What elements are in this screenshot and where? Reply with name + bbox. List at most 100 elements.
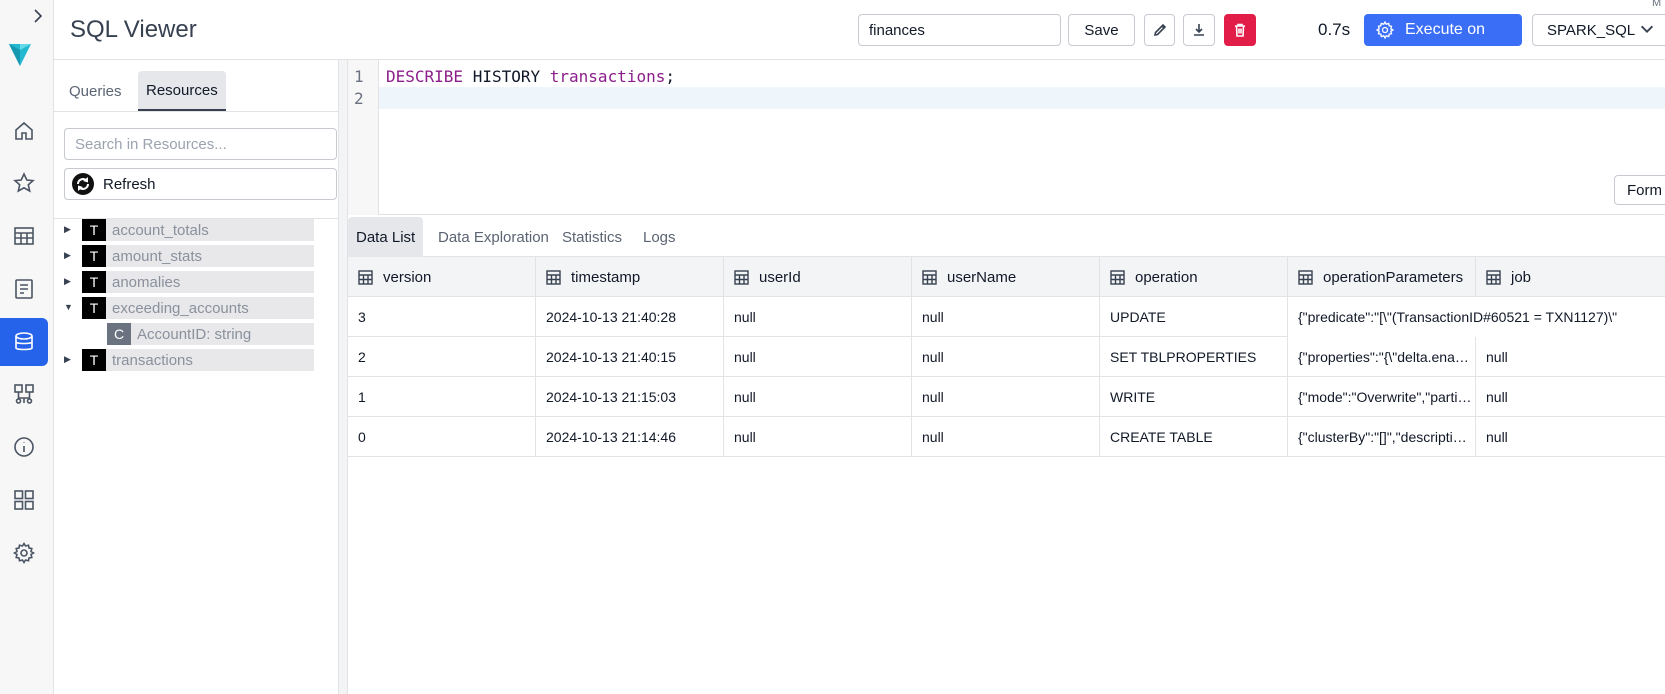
tree-item-label: amount_stats: [106, 245, 314, 267]
caret-right-icon[interactable]: ▶: [64, 276, 74, 286]
tree-item-label: exceeding_accounts: [106, 297, 314, 319]
grid-icon[interactable]: [0, 476, 48, 524]
download-button[interactable]: [1183, 14, 1215, 46]
cell-operation: UPDATE: [1100, 297, 1288, 337]
column-table-icon: [734, 269, 749, 285]
refresh-button[interactable]: Refresh: [64, 168, 337, 200]
cell-text: {"clusterBy":"[]","description":null}: [1298, 429, 1473, 445]
tree-item-label: anomalies: [106, 271, 314, 293]
cell-operation-parameters: {"mode":"Overwrite","partitionBy":"[]"}: [1288, 377, 1476, 417]
tree-item-anomalies[interactable]: ▶ T anomalies: [54, 271, 339, 293]
table-row[interactable]: 0 2024-10-13 21:14:46 null null CREATE T…: [348, 417, 1665, 457]
table-row[interactable]: 2 2024-10-13 21:40:15 null null SET TBLP…: [348, 337, 1665, 377]
line-number: 2: [354, 89, 364, 108]
resource-tree: ▶ T account_totals ▶ T amount_stats ▶ T …: [54, 218, 339, 371]
refresh-icon: [72, 173, 94, 195]
sql-identifier: transactions: [549, 67, 666, 86]
expand-sidebar-icon[interactable]: [28, 6, 48, 26]
nav-rail: [0, 0, 54, 694]
tree-item-account-totals[interactable]: ▶ T account_totals: [54, 219, 339, 241]
column-header-label: operationParameters: [1323, 268, 1464, 286]
column-header-operation[interactable]: operation: [1100, 257, 1288, 297]
column-header-label: job: [1511, 268, 1532, 286]
column-header-userid[interactable]: userId: [724, 257, 912, 297]
page-title: SQL Viewer: [70, 16, 197, 43]
cell-text: {"mode":"Overwrite","partitionBy":"[]"}: [1298, 389, 1473, 405]
star-icon[interactable]: [0, 159, 48, 207]
home-icon[interactable]: [0, 107, 48, 155]
code-line[interactable]: DESCRIBE HISTORY transactions;: [386, 67, 675, 86]
pipeline-icon[interactable]: [0, 370, 48, 418]
app-logo-icon: [7, 40, 33, 68]
engine-value: SPARK_SQL: [1547, 21, 1636, 39]
tab-logs[interactable]: Logs: [635, 217, 684, 257]
tree-item-transactions[interactable]: ▶ T transactions: [54, 349, 339, 371]
download-icon: [1194, 24, 1204, 36]
cell-username: null: [912, 297, 1100, 337]
tab-statistics[interactable]: Statistics: [554, 217, 630, 257]
resources-panel: Queries Resources Refresh ▶ T account_to…: [54, 60, 339, 694]
save-button[interactable]: Save: [1068, 14, 1135, 46]
sql-keyword: HISTORY: [463, 67, 550, 86]
line-number: 1: [354, 67, 364, 86]
table-badge: T: [82, 219, 106, 241]
cell-userid: null: [724, 337, 912, 377]
table-row[interactable]: 3 2024-10-13 21:40:28 null null UPDATE {…: [348, 297, 1665, 337]
cell-operation-parameters: {"properties":"{\"delta.enableDeletionVe…: [1288, 337, 1476, 377]
cell-version: 1: [348, 377, 536, 417]
engine-select[interactable]: SPARK_SQL: [1532, 14, 1665, 46]
sql-viewer-app: SQL Viewer Save 0.7s Execute on SPARK_SQ…: [0, 0, 1665, 694]
info-icon[interactable]: [0, 423, 48, 471]
tree-item-amount-stats[interactable]: ▶ T amount_stats: [54, 245, 339, 267]
tab-resources[interactable]: Resources: [138, 71, 226, 111]
table-header-row: version timestamp userId userName operat…: [348, 257, 1665, 297]
tab-queries[interactable]: Queries: [61, 71, 130, 111]
delete-button[interactable]: [1224, 14, 1256, 46]
tree-item-exceeding-accounts[interactable]: ▼ T exceeding_accounts: [54, 297, 339, 319]
caret-right-icon[interactable]: ▶: [64, 250, 74, 260]
tab-data-exploration[interactable]: Data Exploration: [430, 217, 557, 257]
cell-operation: SET TBLPROPERTIES: [1100, 337, 1288, 377]
caret-right-icon[interactable]: ▶: [64, 354, 74, 364]
tab-data-list[interactable]: Data List: [348, 217, 424, 257]
table-icon[interactable]: [0, 212, 48, 260]
column-table-icon: [546, 269, 561, 285]
trash-icon: [1235, 23, 1245, 37]
format-button[interactable]: Form: [1614, 175, 1665, 205]
search-resources-input[interactable]: [64, 128, 337, 160]
query-name-input[interactable]: [858, 14, 1061, 46]
table-badge: T: [82, 271, 106, 293]
cell-job: null: [1486, 389, 1508, 405]
caret-down-icon[interactable]: ▼: [64, 302, 74, 312]
refresh-label: Refresh: [103, 175, 156, 193]
caret-right-icon[interactable]: ▶: [64, 224, 74, 234]
document-icon[interactable]: [0, 265, 48, 313]
cell-version: 3: [348, 297, 536, 337]
panel-splitter[interactable]: [339, 60, 348, 694]
tree-item-account-id-column[interactable]: C AccountID: string: [54, 323, 339, 345]
column-header-timestamp[interactable]: timestamp: [536, 257, 724, 297]
column-header-operation-parameters[interactable]: operationParameters: [1288, 257, 1476, 297]
cell-userid: null: [724, 377, 912, 417]
column-header-label: operation: [1135, 268, 1198, 286]
execution-time: 0.7s: [1318, 20, 1351, 39]
cell-job: null: [1486, 349, 1508, 365]
table-row[interactable]: 1 2024-10-13 21:15:03 null null WRITE {"…: [348, 377, 1665, 417]
pencil-icon: [1153, 23, 1166, 37]
result-tabs: Data List Data Exploration Statistics Lo…: [348, 217, 1665, 257]
column-header-job[interactable]: job: [1476, 257, 1665, 297]
edit-button[interactable]: [1144, 14, 1175, 46]
execute-button[interactable]: Execute on: [1364, 14, 1522, 46]
column-header-label: version: [383, 268, 432, 286]
column-header-label: userName: [947, 268, 1017, 286]
column-header-username[interactable]: userName: [912, 257, 1100, 297]
column-header-version[interactable]: version: [348, 257, 536, 297]
gear-icon: [1375, 20, 1395, 40]
sql-editor[interactable]: 1 2 DESCRIBE HISTORY transactions; Form: [348, 60, 1665, 215]
tree-item-label: AccountID: string: [131, 323, 314, 345]
gear-icon[interactable]: [0, 529, 48, 577]
database-icon[interactable]: [0, 318, 48, 366]
sql-terminator: ;: [665, 67, 675, 86]
cell-username: null: [912, 337, 1100, 377]
column-table-icon: [1298, 269, 1313, 285]
